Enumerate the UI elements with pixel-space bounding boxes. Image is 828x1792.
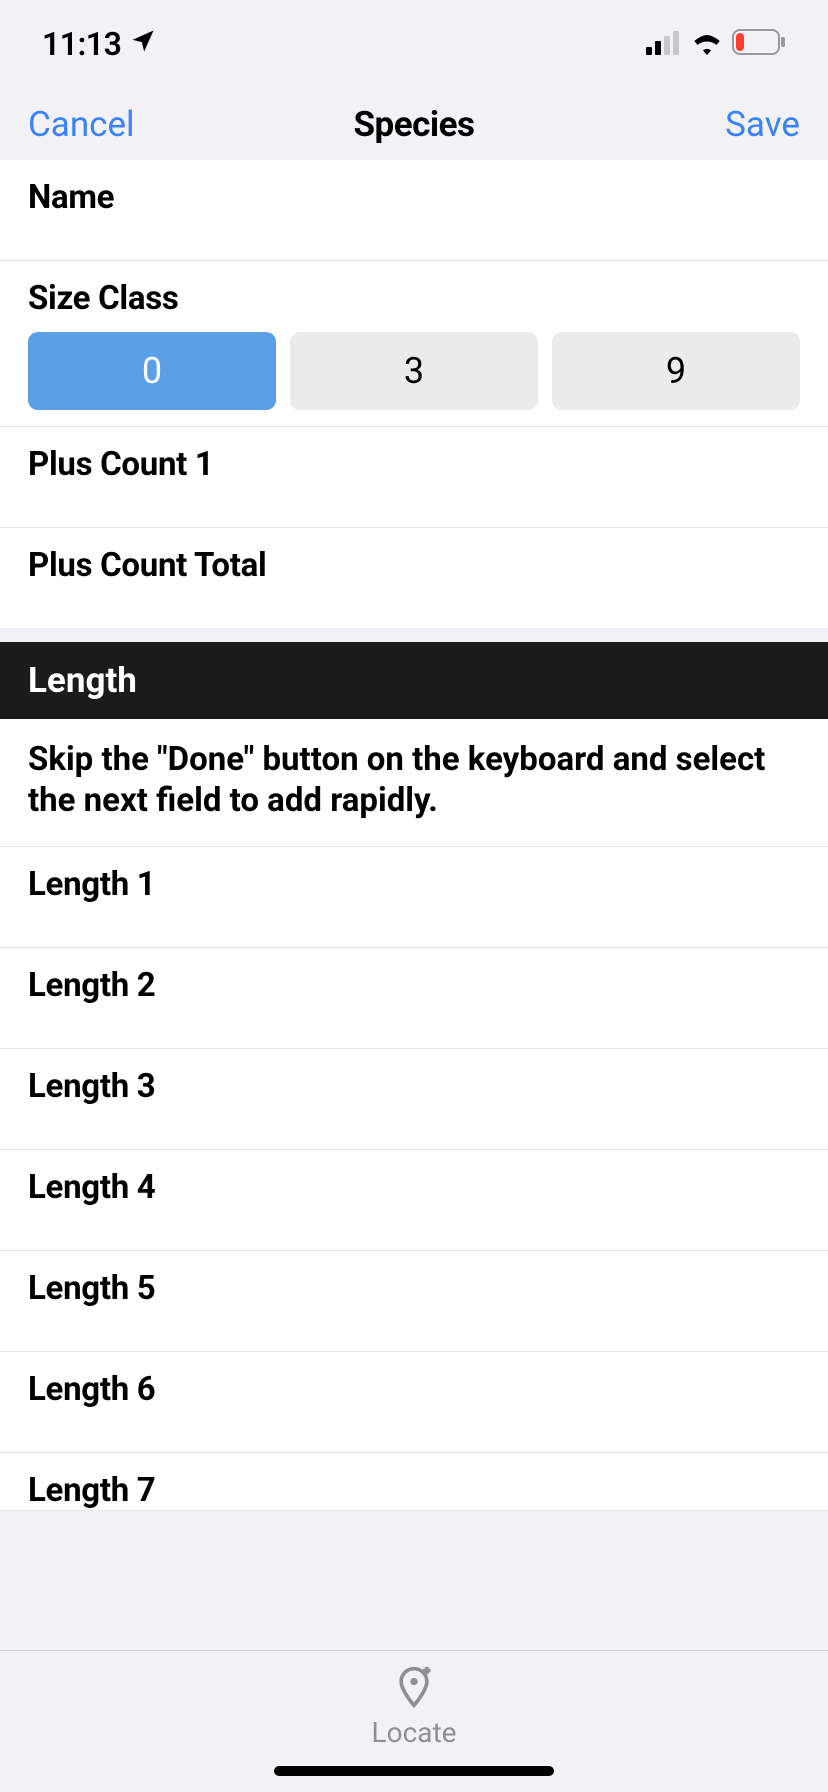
save-button[interactable]: Save xyxy=(680,104,800,145)
length-3-field[interactable]: Length 3 xyxy=(0,1049,828,1150)
length-2-input[interactable] xyxy=(28,1013,800,1048)
length-3-label: Length 3 xyxy=(28,1067,800,1106)
length-3-input[interactable] xyxy=(28,1114,800,1149)
size-class-option-9[interactable]: 9 xyxy=(552,332,800,410)
page-title: Species xyxy=(353,104,474,145)
size-class-option-0[interactable]: 0 xyxy=(28,332,276,410)
length-6-label: Length 6 xyxy=(28,1370,800,1409)
size-class-field: Size Class 0 3 9 xyxy=(0,261,828,427)
length-5-label: Length 5 xyxy=(28,1269,800,1308)
length-4-field[interactable]: Length 4 xyxy=(0,1150,828,1251)
length-2-field[interactable]: Length 2 xyxy=(0,948,828,1049)
locate-tab[interactable]: Locate xyxy=(372,1665,457,1749)
battery-low-icon xyxy=(732,25,786,63)
locate-pin-icon xyxy=(392,1665,436,1716)
length-4-label: Length 4 xyxy=(28,1168,800,1207)
location-arrow-icon xyxy=(129,25,157,63)
size-class-label: Size Class xyxy=(28,279,800,318)
name-input[interactable] xyxy=(28,225,800,260)
length-5-field[interactable]: Length 5 xyxy=(0,1251,828,1352)
status-indicators xyxy=(646,25,786,63)
length-1-field[interactable]: Length 1 xyxy=(0,847,828,948)
length-6-input[interactable] xyxy=(28,1417,800,1452)
status-bar: 11:13 xyxy=(0,0,828,88)
length-hint: Skip the "Done" button on the keyboard a… xyxy=(0,719,828,847)
length-section-header: Length xyxy=(0,642,828,719)
content-scroll[interactable]: Name Size Class 0 3 9 Plus Count 1 Plus … xyxy=(0,160,828,1650)
plus-count-total-input[interactable] xyxy=(28,593,800,628)
length-7-label: Length 7 xyxy=(28,1471,800,1510)
status-time: 11:13 xyxy=(42,25,121,63)
length-1-input[interactable] xyxy=(28,912,800,947)
locate-label: Locate xyxy=(372,1716,457,1749)
plus-count-1-label: Plus Count 1 xyxy=(28,445,800,484)
status-time-cluster: 11:13 xyxy=(42,25,157,63)
plus-count-total-label: Plus Count Total xyxy=(28,546,800,585)
cellular-signal-icon xyxy=(646,25,682,63)
name-label: Name xyxy=(28,178,800,217)
length-1-label: Length 1 xyxy=(28,865,800,904)
length-2-label: Length 2 xyxy=(28,966,800,1005)
size-class-option-3[interactable]: 3 xyxy=(290,332,538,410)
size-class-segmented: 0 3 9 xyxy=(28,332,800,410)
name-field[interactable]: Name xyxy=(0,160,828,261)
wifi-icon xyxy=(690,25,724,63)
length-4-input[interactable] xyxy=(28,1215,800,1250)
home-indicator[interactable] xyxy=(274,1766,554,1776)
bottom-tab-bar: Locate xyxy=(0,1650,828,1792)
plus-count-1-field[interactable]: Plus Count 1 xyxy=(0,427,828,528)
cancel-button[interactable]: Cancel xyxy=(28,104,148,145)
length-5-input[interactable] xyxy=(28,1316,800,1351)
length-6-field[interactable]: Length 6 xyxy=(0,1352,828,1453)
plus-count-1-input[interactable] xyxy=(28,492,800,527)
section-gap xyxy=(0,628,828,642)
nav-bar: Cancel Species Save xyxy=(0,88,828,160)
length-7-field[interactable]: Length 7 xyxy=(0,1453,828,1511)
plus-count-total-field[interactable]: Plus Count Total xyxy=(0,528,828,628)
